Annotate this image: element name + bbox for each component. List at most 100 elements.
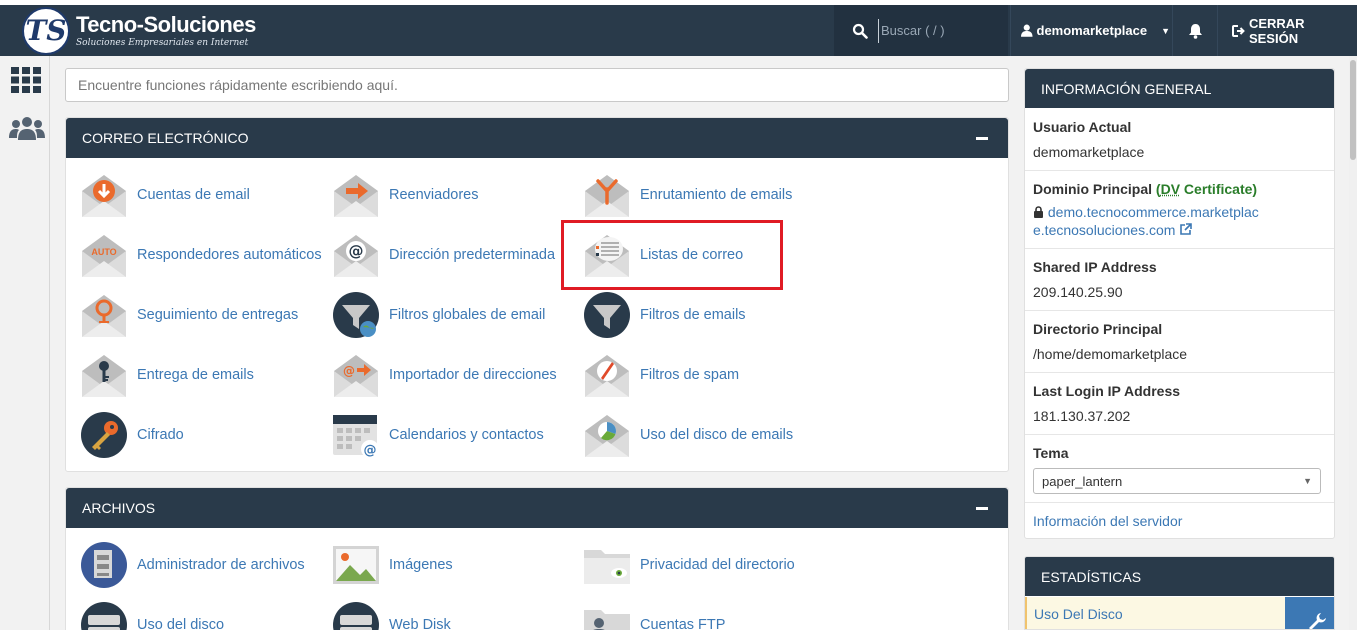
theme-select-value: paper_lantern [1042,473,1123,489]
page-scrollbar-thumb[interactable] [1350,60,1356,160]
email-item-label: Cuentas de email [137,187,250,203]
email-item-label: Seguimiento de entregas [137,307,299,323]
email-item-filtros[interactable]: Filtros de emails [583,291,746,339]
directory-privacy-icon [584,550,630,584]
email-disk-usage-icon [585,415,629,457]
stats-title: ESTADÍSTICAS [1025,557,1334,596]
email-item-seguimiento[interactable]: Seguimiento de entregas [80,291,298,339]
files-item-web-disk[interactable]: Web Disk [332,601,451,630]
dv-certificate-badge[interactable]: (DV Certificate) [1156,181,1257,197]
current-user-label: Usuario Actual [1033,119,1132,135]
svg-text:@: @ [343,364,355,378]
quick-search-input[interactable] [65,68,1009,102]
files-item-ftp[interactable]: Cuentas FTP [583,601,725,630]
last-login-row: Last Login IP Address 181.130.37.202 [1025,373,1334,435]
files-item-privacidad[interactable]: Privacidad del directorio [583,541,795,589]
global-search [834,5,1008,56]
main-domain-line1: demo.tecnocommerce.marketplac [1047,204,1259,220]
email-item-direccion[interactable]: @ Dirección predeterminada [332,231,555,279]
shared-ip-row: Shared IP Address 209.140.25.90 [1025,249,1334,311]
ftp-accounts-icon [584,610,630,630]
encryption-icon [81,412,127,458]
general-info-title: INFORMACIÓN GENERAL [1025,69,1334,108]
users-group-icon[interactable] [9,116,45,140]
home-dir-value: /home/demomarketplace [1033,346,1188,362]
email-deliverability-icon [82,355,126,397]
files-item-imagenes[interactable]: Imágenes [332,541,453,589]
collapse-icon[interactable] [976,506,988,510]
last-login-value: 181.130.37.202 [1033,408,1131,424]
global-search-input[interactable] [878,18,998,43]
stats-disk-usage-link[interactable]: Uso Del Disco [1025,597,1285,629]
brand-logo[interactable]: TS Tecno-Soluciones Soluciones Empresari… [22,5,256,56]
email-item-label: Filtros de spam [640,367,740,383]
files-panel-title: ARCHIVOS [82,500,156,516]
home-dir-label: Directorio Principal [1033,321,1163,337]
theme-row: Tema paper_lantern ▼ [1025,435,1334,503]
home-dir-row: Directorio Principal /home/demomarketpla… [1025,311,1334,373]
email-item-label: Cifrado [137,427,184,443]
files-item-label: Privacidad del directorio [640,557,795,573]
email-item-cifrado[interactable]: Cifrado [80,411,184,459]
user-menu[interactable]: demomarketplace ▼ [1010,5,1170,56]
search-icon [852,23,868,39]
main-domain-label: Dominio Principal [1033,181,1153,197]
email-item-spam[interactable]: Filtros de spam [583,351,739,399]
email-item-label: Entrega de emails [137,367,254,383]
grid-apps-icon[interactable] [11,67,41,93]
spam-filters-icon [585,355,629,397]
files-panel-header[interactable]: ARCHIVOS [66,488,1008,528]
chevron-down-icon: ▼ [1161,25,1170,36]
address-importer-icon: @ [334,355,378,397]
shared-ip-value: 209.140.25.90 [1033,284,1123,300]
email-item-importador[interactable]: @ Importador de direcciones [332,351,557,399]
files-item-label: Imágenes [389,557,453,573]
email-filters-icon [584,292,630,338]
email-item-label: Filtros de emails [640,307,746,323]
email-item-label: Filtros globales de email [389,307,546,323]
theme-select[interactable]: paper_lantern ▼ [1033,468,1321,494]
file-manager-icon [81,542,127,588]
top-bar: TS Tecno-Soluciones Soluciones Empresari… [0,0,1357,56]
email-item-filtros-globales[interactable]: Filtros globales de email [332,291,545,339]
username: demomarketplace [1036,23,1148,38]
email-item-label: Dirección predeterminada [389,247,556,263]
email-item-uso-disco[interactable]: Uso del disco de emails [583,411,793,459]
general-info-panel: INFORMACIÓN GENERAL Usuario Actual demom… [1024,68,1335,539]
brand-logo-mark: TS [22,6,70,55]
email-item-calendarios[interactable]: @ Calendarios y contactos [332,411,544,459]
main-domain-link[interactable]: demo.tecnocommerce.marketplac e.tecnosol… [1033,203,1326,239]
email-item-entrega[interactable]: Entrega de emails [80,351,254,399]
default-address-icon: @ [334,235,378,277]
chevron-down-icon: ▼ [1303,476,1312,486]
email-item-cuentas[interactable]: Cuentas de email [80,171,250,219]
files-item-administrador[interactable]: Administrador de archivos [80,541,305,589]
shared-ip-label: Shared IP Address [1033,259,1157,275]
files-item-label: Web Disk [389,617,451,630]
stats-disk-usage-tile [1285,597,1334,629]
logout-button[interactable]: CERRAR SESIÓN [1222,5,1357,56]
bell-icon [1188,23,1202,39]
brand-tagline: Soluciones Empresariales en Internet [76,37,249,48]
email-panel-header[interactable]: CORREO ELECTRÓNICO [66,118,1008,158]
wrench-icon [1309,613,1326,629]
server-info-link[interactable]: Información del servidor [1033,512,1326,530]
svg-text:@: @ [349,242,364,260]
email-item-label: Respondedores automáticos [137,247,322,263]
svg-text:AUTO: AUTO [91,247,116,257]
email-item-reenviadores[interactable]: Reenviadores [332,171,478,219]
highlight-box [561,220,783,290]
collapse-icon[interactable] [976,136,988,140]
files-item-label: Uso del disco [137,617,225,630]
external-link-icon [1180,223,1193,235]
lock-icon [1034,206,1043,218]
user-icon [1021,24,1033,37]
stats-panel: ESTADÍSTICAS Uso Del Disco [1024,556,1335,630]
notifications-button[interactable] [1172,5,1218,56]
email-panel-title: CORREO ELECTRÓNICO [82,130,249,146]
email-item-enrutamiento[interactable]: Enrutamiento de emails [583,171,792,219]
svg-text:@: @ [364,443,377,458]
files-item-uso-disco[interactable]: Uso del disco [80,601,224,630]
files-item-label: Cuentas FTP [640,617,726,630]
email-item-respondedores[interactable]: AUTO Respondedores automáticos [80,231,322,279]
